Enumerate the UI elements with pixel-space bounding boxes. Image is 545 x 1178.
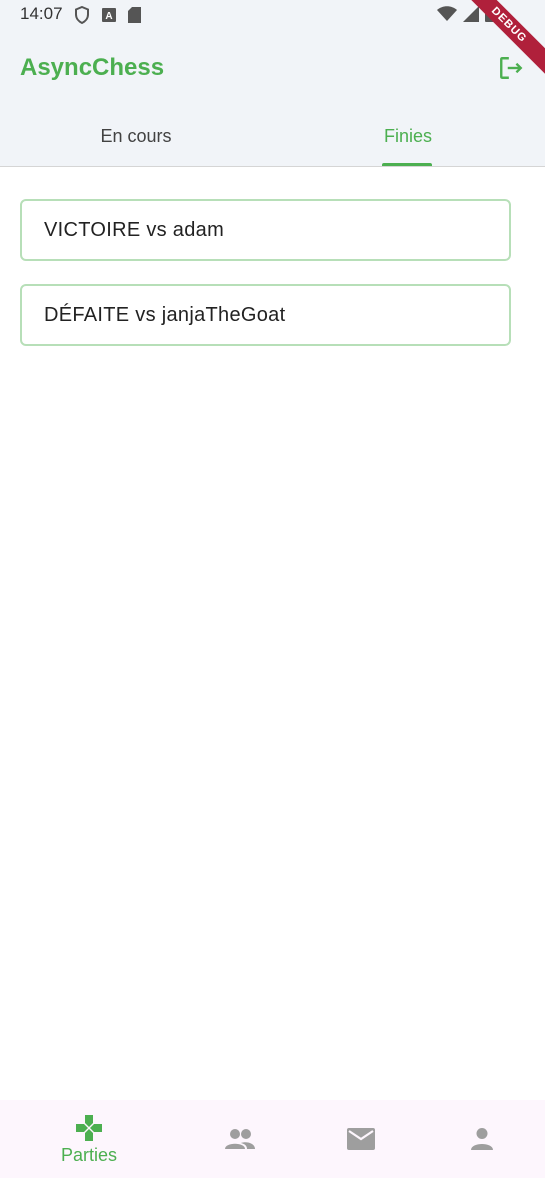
game-card-victoire[interactable]: VICTOIRE vs adam (20, 199, 511, 261)
wifi-icon (437, 5, 457, 21)
app-title: AsyncChess (20, 54, 165, 81)
app-bar: AsyncChess (0, 30, 545, 106)
svg-text:A: A (105, 11, 112, 22)
tab-finies[interactable]: Finies (272, 106, 544, 166)
game-card-label: DÉFAITE vs janjaTheGoat (44, 303, 286, 326)
tab-en-cours[interactable]: En cours (0, 106, 272, 166)
logout-button[interactable] (497, 54, 525, 82)
nav-item-friends[interactable] (190, 1100, 290, 1178)
people-icon (225, 1129, 255, 1149)
shield-icon (75, 6, 89, 24)
game-card-defaite[interactable]: DÉFAITE vs janjaTheGoat (20, 284, 511, 346)
nav-item-profile[interactable] (432, 1100, 532, 1178)
sd-card-icon (128, 7, 141, 23)
status-icons-left: A (74, 6, 141, 24)
mail-icon (347, 1128, 375, 1150)
nav-item-parties[interactable]: Parties (39, 1100, 139, 1178)
nav-item-mail[interactable] (311, 1100, 411, 1178)
person-icon (471, 1128, 493, 1150)
game-list: VICTOIRE vs adam DÉFAITE vs janjaTheGoat (20, 199, 511, 369)
tab-bar: En cours Finies (0, 106, 545, 167)
nav-label-parties: Parties (60, 1144, 118, 1165)
status-time: 14:07 (20, 4, 63, 23)
game-card-label: VICTOIRE vs adam (44, 218, 225, 241)
gamepad-icon (76, 1114, 102, 1141)
logout-icon (500, 57, 523, 79)
tab-indicator (382, 163, 432, 166)
signal-icon (463, 5, 479, 22)
status-bar: 14:07 A (0, 0, 545, 30)
a-icon: A (102, 8, 116, 22)
bottom-nav: Parties (0, 1100, 545, 1178)
